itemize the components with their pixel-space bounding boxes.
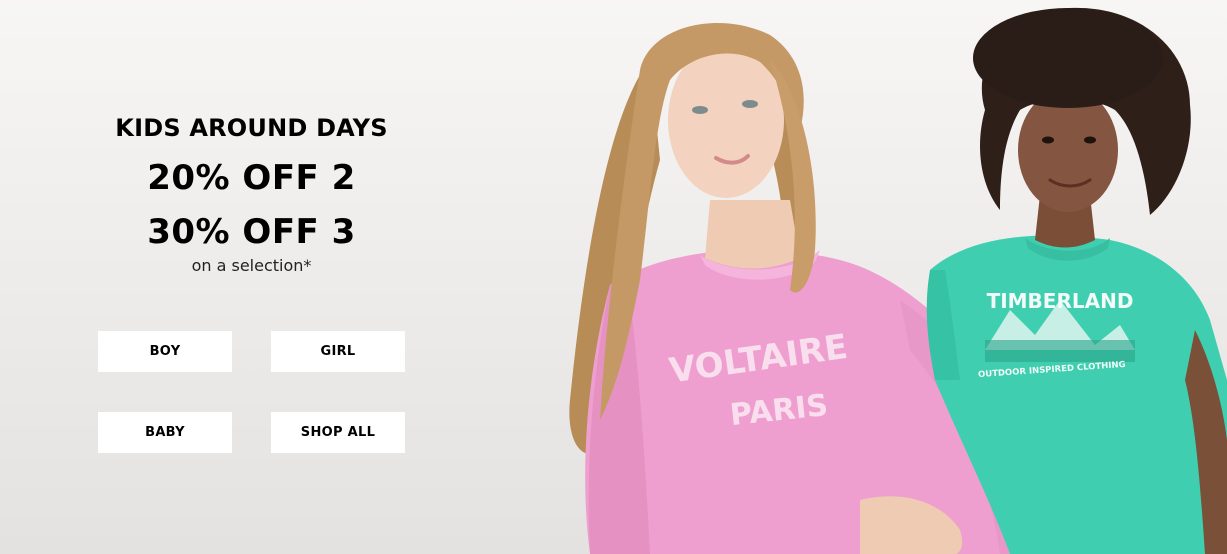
promo-offer-1: 20% OFF 2 <box>147 158 356 198</box>
tshirt-print-1: TIMBERLAND <box>987 289 1134 313</box>
promo-offer-2: 30% OFF 3 <box>147 212 356 252</box>
boy-button[interactable]: BOY <box>98 331 232 372</box>
kids-photo: VOLTAIRE PARIS TIMBERLAND OUTDOOR INSPIR… <box>569 7 1227 554</box>
baby-button[interactable]: BABY <box>98 412 232 453</box>
promo-text-block: KIDS AROUND DAYS 20% OFF 2 30% OFF 3 on … <box>98 114 405 275</box>
kids-promo-banner: KIDS AROUND DAYS 20% OFF 2 30% OFF 3 on … <box>0 0 1227 554</box>
girl-button[interactable]: GIRL <box>271 331 405 372</box>
promo-note: on a selection* <box>191 256 312 275</box>
shop-all-button[interactable]: SHOP ALL <box>271 412 405 453</box>
promo-eyebrow: KIDS AROUND DAYS <box>115 114 388 142</box>
